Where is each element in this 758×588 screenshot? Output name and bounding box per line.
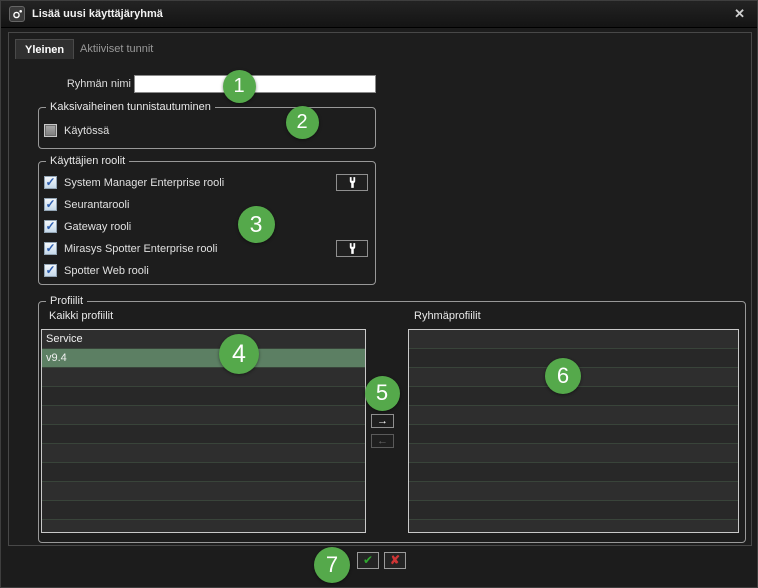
role-row: ✓ Spotter Web rooli: [44, 262, 369, 279]
role-checkbox[interactable]: ✓: [44, 264, 57, 277]
roles-legend: Käyttäjien roolit: [46, 155, 129, 168]
profile-list-item[interactable]: v9.4: [42, 349, 365, 368]
two-factor-row: Käytössä: [44, 124, 369, 137]
profile-list-empty-row: [42, 425, 365, 444]
role-checkbox[interactable]: ✓: [44, 220, 57, 233]
wrench-icon: [348, 176, 357, 189]
annotation-badge-3: 3: [238, 206, 275, 243]
group-profiles-label: Ryhmäprofiilit: [414, 310, 481, 322]
check-icon: ✓: [45, 243, 55, 253]
group-profiles-listbox[interactable]: [408, 329, 739, 533]
profile-list-empty-row: [42, 444, 365, 463]
close-icon[interactable]: ✕: [734, 6, 745, 22]
check-icon: ✓: [45, 221, 55, 231]
gear-icon: [12, 9, 23, 20]
role-checkbox[interactable]: ✓: [44, 176, 57, 189]
roles-groupbox: Käyttäjien roolit ✓System Manager Enterp…: [38, 161, 376, 285]
move-right-button[interactable]: →: [371, 414, 394, 428]
profile-list-empty-row: [409, 330, 738, 349]
check-icon: ✓: [45, 177, 55, 187]
annotation-badge-1: 1: [223, 70, 256, 103]
two-factor-legend: Kaksivaiheinen tunnistautuminen: [46, 101, 215, 114]
move-left-button[interactable]: ←: [371, 434, 394, 448]
role-row: ✓ Gateway rooli: [44, 218, 369, 235]
dialog-window: Lisää uusi käyttäjäryhmä ✕ Yleinen Aktii…: [0, 0, 758, 588]
two-factor-checkbox[interactable]: [44, 124, 57, 137]
roles-list: ✓ System Manager Enterprise rooli ✓ Seurant…: [44, 174, 369, 284]
all-profiles-listbox[interactable]: Servicev9.4: [41, 329, 366, 533]
profile-list-empty-row: [42, 406, 365, 425]
role-row: ✓ Seurantarooli: [44, 196, 369, 213]
role-row: ✓ System Manager Enterprise rooli: [44, 174, 369, 191]
role-label: Gateway rooli: [64, 221, 131, 233]
window-title: Lisää uusi käyttäjäryhmä: [32, 8, 163, 20]
check-icon: ✓: [45, 199, 55, 209]
profile-list-empty-row: [42, 520, 365, 533]
annotation-badge-7: 7: [314, 547, 350, 583]
two-factor-checkbox-label: Käytössä: [64, 125, 109, 137]
annotation-badge-2: 2: [286, 106, 319, 139]
profiles-legend: Profiilit: [46, 295, 87, 308]
all-profiles-label: Kaikki profiilit: [49, 310, 113, 322]
role-checkbox[interactable]: ✓: [44, 198, 57, 211]
role-row: ✓ Mirasys Spotter Enterprise rooli: [44, 240, 369, 257]
profile-list-empty-row: [409, 501, 738, 520]
role-label: System Manager Enterprise rooli: [64, 177, 224, 189]
check-icon: ✓: [45, 265, 55, 275]
role-label: Mirasys Spotter Enterprise rooli: [64, 243, 217, 255]
two-factor-groupbox: Kaksivaiheinen tunnistautuminen Käytössä: [38, 107, 376, 149]
profile-list-empty-row: [42, 387, 365, 406]
profile-list-empty-row: [409, 444, 738, 463]
profile-list-empty-row: [409, 406, 738, 425]
annotation-badge-5: 5: [365, 376, 400, 411]
tab-aktiiviset-tunnit[interactable]: Aktiiviset tunnit: [71, 39, 162, 59]
profile-list-empty-row: [42, 482, 365, 501]
profile-list-empty-row: [42, 463, 365, 482]
role-checkbox[interactable]: ✓: [44, 242, 57, 255]
profile-list-empty-row: [42, 368, 365, 387]
wrench-icon: [348, 242, 357, 255]
profile-list-empty-row: [409, 425, 738, 444]
role-label: Spotter Web rooli: [64, 265, 149, 277]
role-settings-button[interactable]: [336, 240, 368, 257]
annotation-badge-6: 6: [545, 358, 581, 394]
role-label: Seurantarooli: [64, 199, 129, 211]
profile-list-empty-row: [409, 463, 738, 482]
titlebar: Lisää uusi käyttäjäryhmä ✕: [1, 1, 757, 28]
tab-yleinen[interactable]: Yleinen: [15, 39, 74, 59]
annotation-badge-4: 4: [219, 334, 259, 374]
profile-list-empty-row: [42, 501, 365, 520]
group-name-label: Ryhmän nimi: [41, 78, 131, 90]
profile-list-item[interactable]: Service: [42, 330, 365, 349]
profile-list-empty-row: [409, 520, 738, 533]
app-icon: [9, 6, 25, 22]
role-settings-button[interactable]: [336, 174, 368, 191]
ok-button[interactable]: ✔: [357, 552, 379, 569]
profile-list-empty-row: [409, 482, 738, 501]
cancel-button[interactable]: ✘: [384, 552, 406, 569]
